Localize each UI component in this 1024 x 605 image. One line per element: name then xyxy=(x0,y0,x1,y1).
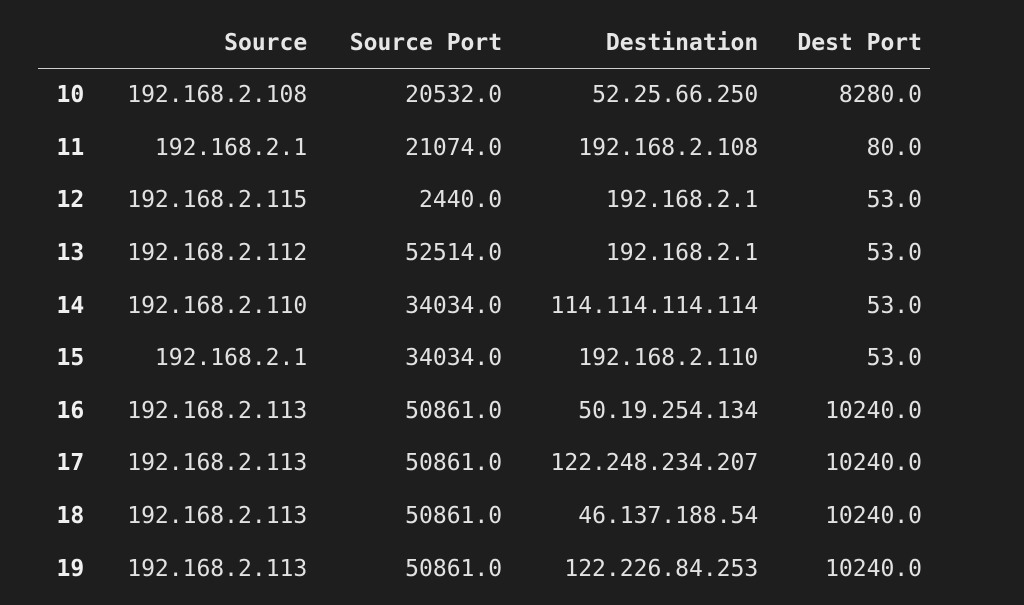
table-row: 18 192.168.2.113 50861.0 46.137.188.54 1… xyxy=(38,490,930,543)
cell-source-port: 50861.0 xyxy=(405,397,503,424)
cell-source-port: 34034.0 xyxy=(405,345,503,372)
cell-source: 192.168.2.108 xyxy=(127,82,308,109)
cell-source: 192.168.2.113 xyxy=(127,450,308,477)
cell-dest-port: 53.0 xyxy=(866,240,922,267)
table-body: 10 192.168.2.108 20532.0 52.25.66.250 82… xyxy=(38,69,930,595)
cell-source: 192.168.2.115 xyxy=(127,187,308,214)
cell-dest-port: 10240.0 xyxy=(825,555,922,582)
row-index: 11 xyxy=(56,134,85,161)
header-destination: Destination xyxy=(510,18,767,69)
row-index: 10 xyxy=(56,82,85,109)
cell-source-port: 20532.0 xyxy=(405,82,503,109)
row-index: 18 xyxy=(56,503,85,530)
cell-destination: 192.168.2.1 xyxy=(605,187,759,214)
table-header: Source Source Port Destination Dest Port xyxy=(38,18,930,69)
dataframe-output: Source Source Port Destination Dest Port… xyxy=(38,18,930,595)
cell-dest-port: 8280.0 xyxy=(838,82,922,109)
cell-source: 192.168.2.1 xyxy=(154,345,308,372)
header-row: Source Source Port Destination Dest Port xyxy=(38,18,930,69)
cell-destination: 122.248.234.207 xyxy=(550,450,759,477)
row-index: 12 xyxy=(56,187,85,214)
cell-dest-port: 53.0 xyxy=(866,345,922,372)
row-index: 15 xyxy=(56,345,85,372)
table-row: 14 192.168.2.110 34034.0 114.114.114.114… xyxy=(38,279,930,332)
row-index: 19 xyxy=(56,555,85,582)
cell-source: 192.168.2.110 xyxy=(127,292,308,319)
table-row: 17 192.168.2.113 50861.0 122.248.234.207… xyxy=(38,437,930,490)
cell-dest-port: 10240.0 xyxy=(825,397,922,424)
cell-source-port: 21074.0 xyxy=(405,134,503,161)
cell-source: 192.168.2.113 xyxy=(127,555,308,582)
cell-source: 192.168.2.113 xyxy=(127,503,308,530)
cell-source: 192.168.2.1 xyxy=(154,134,308,161)
cell-source-port: 50861.0 xyxy=(405,555,503,582)
table-row: 12 192.168.2.115 2440.0 192.168.2.1 53.0 xyxy=(38,174,930,227)
cell-destination: 50.19.254.134 xyxy=(578,397,759,424)
table-row: 16 192.168.2.113 50861.0 50.19.254.134 1… xyxy=(38,385,930,438)
cell-destination: 122.226.84.253 xyxy=(564,555,759,582)
cell-source-port: 2440.0 xyxy=(419,187,503,214)
header-index xyxy=(38,18,93,69)
cell-dest-port: 53.0 xyxy=(866,187,922,214)
row-index: 14 xyxy=(56,292,85,319)
header-source: Source xyxy=(92,18,316,69)
cell-destination: 46.137.188.54 xyxy=(578,503,759,530)
packet-table: Source Source Port Destination Dest Port… xyxy=(38,18,930,595)
table-row: 13 192.168.2.112 52514.0 192.168.2.1 53.… xyxy=(38,227,930,280)
cell-dest-port: 53.0 xyxy=(866,292,922,319)
cell-destination: 192.168.2.110 xyxy=(578,345,759,372)
cell-source-port: 50861.0 xyxy=(405,503,503,530)
header-dest-port: Dest Port xyxy=(766,18,930,69)
cell-source-port: 50861.0 xyxy=(405,450,503,477)
cell-dest-port: 10240.0 xyxy=(825,450,922,477)
cell-dest-port: 80.0 xyxy=(866,134,922,161)
table-row: 15 192.168.2.1 34034.0 192.168.2.110 53.… xyxy=(38,332,930,385)
cell-destination: 114.114.114.114 xyxy=(550,292,759,319)
cell-destination: 192.168.2.1 xyxy=(605,240,759,267)
cell-destination: 52.25.66.250 xyxy=(592,82,759,109)
table-row: 11 192.168.2.1 21074.0 192.168.2.108 80.… xyxy=(38,122,930,175)
cell-dest-port: 10240.0 xyxy=(825,503,922,530)
cell-source: 192.168.2.113 xyxy=(127,397,308,424)
row-index: 16 xyxy=(56,397,85,424)
cell-source: 192.168.2.112 xyxy=(127,240,308,267)
cell-source-port: 52514.0 xyxy=(405,240,503,267)
row-index: 17 xyxy=(56,450,85,477)
cell-destination: 192.168.2.108 xyxy=(578,134,759,161)
cell-source-port: 34034.0 xyxy=(405,292,503,319)
header-source-port: Source Port xyxy=(315,18,511,69)
table-row: 19 192.168.2.113 50861.0 122.226.84.253 … xyxy=(38,542,930,595)
row-index: 13 xyxy=(56,240,85,267)
table-row: 10 192.168.2.108 20532.0 52.25.66.250 82… xyxy=(38,69,930,122)
